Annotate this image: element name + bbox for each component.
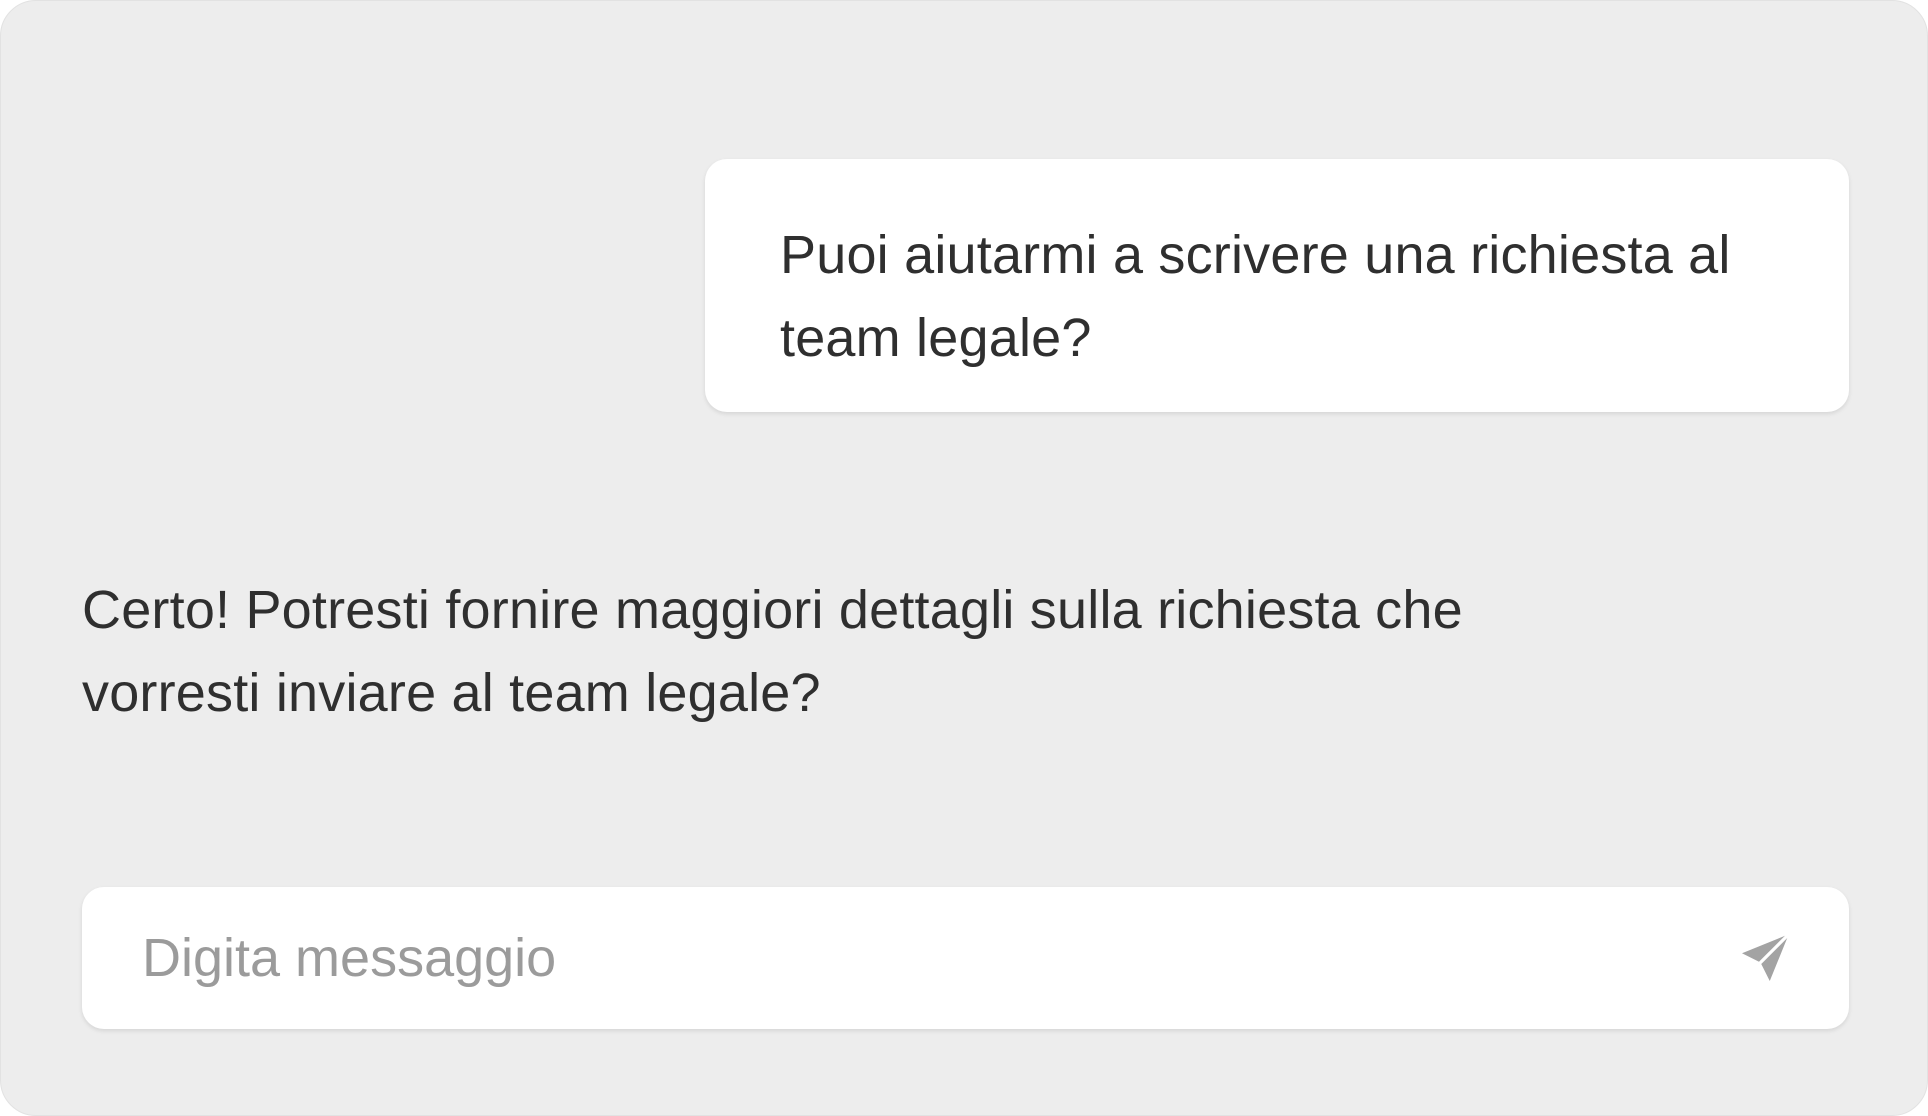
message-composer	[82, 887, 1849, 1029]
assistant-message-text: Certo! Potresti fornire maggiori dettagl…	[82, 580, 1463, 723]
user-message-text: Puoi aiutarmi a scrivere una richiesta a…	[780, 225, 1731, 368]
send-button[interactable]	[1732, 925, 1798, 991]
chat-panel: Puoi aiutarmi a scrivere una richiesta a…	[0, 0, 1928, 1116]
message-input[interactable]	[142, 887, 1702, 1029]
send-icon	[1735, 928, 1795, 988]
user-message-bubble: Puoi aiutarmi a scrivere una richiesta a…	[705, 159, 1849, 412]
